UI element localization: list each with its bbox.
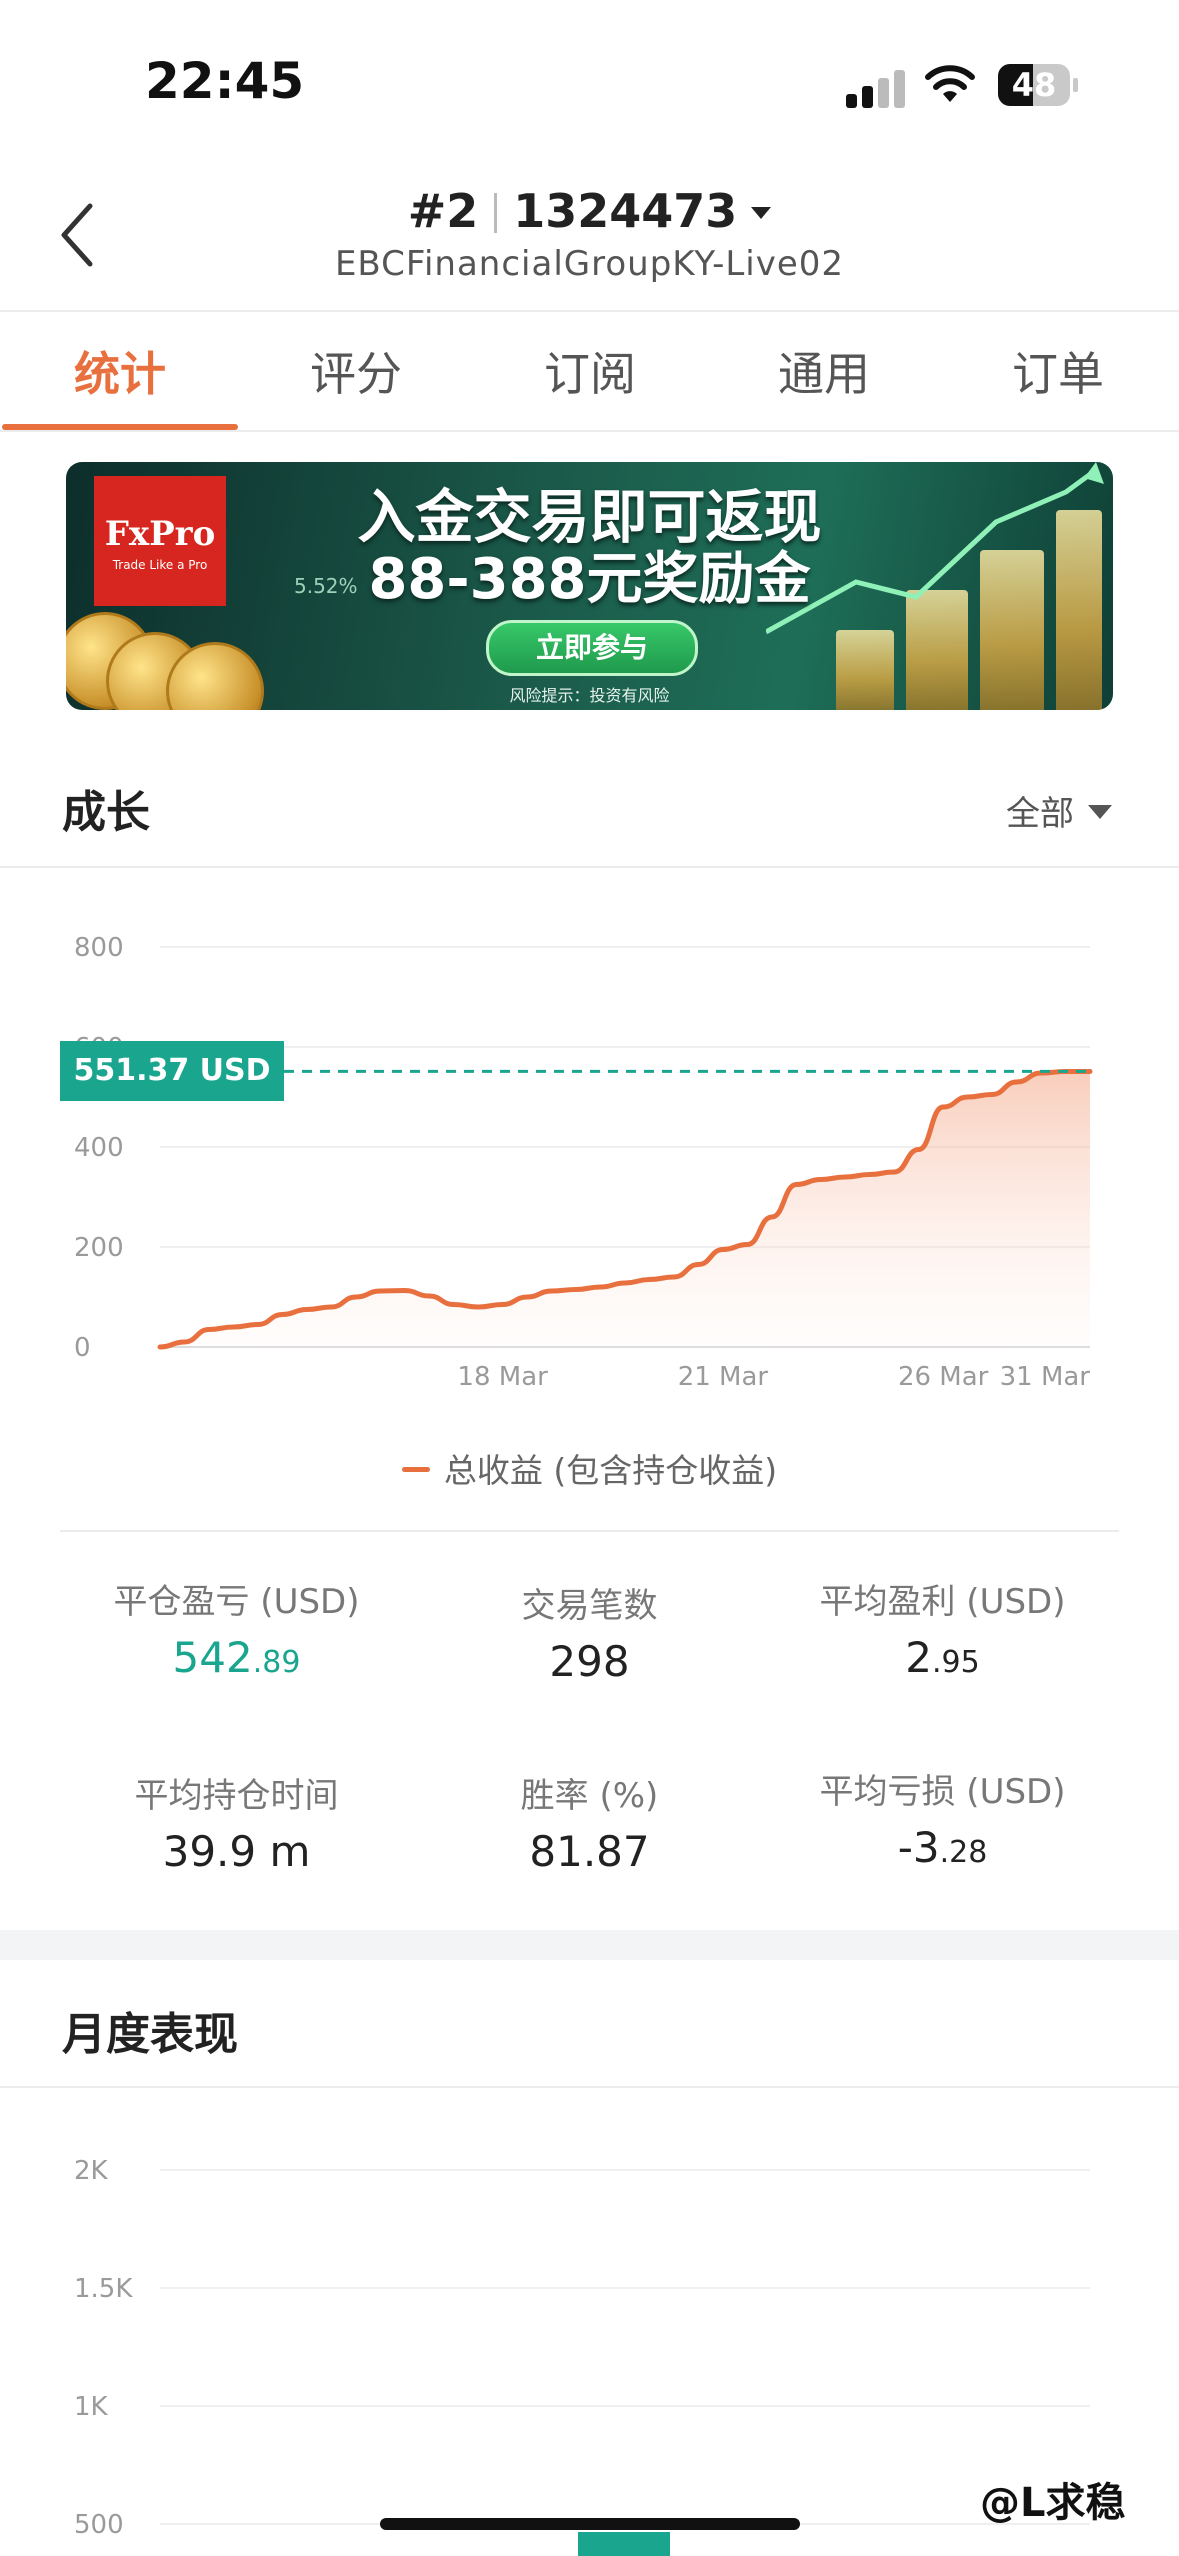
stat-value-int: 39.9 m xyxy=(162,1827,311,1876)
monthly-section-title: 月度表现 xyxy=(62,2009,238,2060)
y-tick-label: 800 xyxy=(74,933,124,963)
server-name: EBCFinancialGroupKY-Live02 xyxy=(334,244,845,284)
account-index: #2 xyxy=(407,184,479,238)
account-separator xyxy=(494,193,498,233)
stat-value: 39.9 m xyxy=(40,1827,433,1876)
header-divider xyxy=(0,310,1179,312)
status-time: 22:45 xyxy=(145,52,305,110)
y-tick-label: 400 xyxy=(74,1133,124,1163)
stat-label: 胜率 (%) xyxy=(520,1776,659,1816)
stat-value: 298 xyxy=(393,1637,786,1686)
stat-value: -3.28 xyxy=(746,1823,1139,1872)
y-tick-label: 0 xyxy=(74,1333,91,1363)
chart-legend: 总收益 (包含持仓收益) xyxy=(0,1444,1179,1492)
cellular-signal-icon xyxy=(846,64,908,108)
tabs-divider xyxy=(0,430,1179,432)
tab-statistics[interactable]: 统计 xyxy=(2,338,238,404)
stat-value-int: 2 xyxy=(905,1633,932,1682)
x-tick-label: 21 Mar xyxy=(678,1362,769,1392)
chevron-down-icon xyxy=(1088,805,1112,819)
risk-disclaimer: 风险提示：投资有风险 xyxy=(509,686,670,705)
stat-label: 交易笔数 xyxy=(521,1586,658,1626)
range-dropdown-value: 全部 xyxy=(1006,794,1074,834)
monthly-y-tick-label: 2K xyxy=(74,2156,109,2186)
y-tick-label: 200 xyxy=(74,1233,124,1263)
stat-value-int: 298 xyxy=(549,1637,630,1686)
stat-win-rate: 胜率 (%) 81.87 xyxy=(393,1768,786,1876)
range-dropdown[interactable]: 全部 xyxy=(1006,786,1112,835)
stat-closed-pnl: 平仓盈亏 (USD) 542.89 xyxy=(40,1574,433,1682)
legend-swatch xyxy=(401,1467,430,1472)
tab-rating[interactable]: 评分 xyxy=(238,338,474,404)
stat-label: 平均持仓时间 xyxy=(134,1776,339,1816)
x-tick-label: 18 Mar xyxy=(457,1362,548,1392)
stat-average-loss: 平均亏损 (USD) -3.28 xyxy=(746,1764,1139,1872)
account-number: 1324473 xyxy=(513,184,738,238)
stat-trade-count: 交易笔数 298 xyxy=(393,1578,786,1686)
stat-value-dec: .95 xyxy=(932,1645,980,1680)
current-value-flag: 551.37 USD xyxy=(60,1041,284,1101)
watermark-text: @L求稳 xyxy=(980,2480,1126,2526)
stat-value-dec: .89 xyxy=(252,1645,301,1680)
growth-area-fill xyxy=(160,1071,1090,1347)
stat-average-profit: 平均盈利 (USD) 2.95 xyxy=(746,1574,1139,1682)
battery-icon: 48 xyxy=(998,64,1078,108)
monthly-y-tick-label: 1.5K xyxy=(74,2274,133,2304)
stat-value-int: 81.87 xyxy=(529,1827,650,1876)
tab-subscribe[interactable]: 订阅 xyxy=(472,338,708,404)
tab-general[interactable]: 通用 xyxy=(706,338,942,404)
x-tick-label: 26 Mar xyxy=(898,1362,989,1392)
home-indicator xyxy=(380,2518,800,2530)
join-now-button[interactable]: 立即参与 xyxy=(486,620,698,676)
monthly-divider xyxy=(0,2086,1179,2088)
growth-chart: 8006004002000 18 Mar21 Mar26 Mar31 Mar xyxy=(74,933,1093,1392)
banner-subheadline: 88-388元奖励金 xyxy=(368,547,811,612)
x-tick-label: 31 Mar xyxy=(1000,1362,1091,1392)
monthly-bar xyxy=(578,2532,670,2556)
stat-value: 81.87 xyxy=(393,1827,786,1876)
stat-label: 平均盈利 (USD) xyxy=(819,1582,1066,1622)
account-selector[interactable]: #2 1324473 xyxy=(0,184,1179,238)
chevron-down-icon xyxy=(751,207,772,219)
stat-value-int: -3 xyxy=(897,1823,940,1872)
wifi-icon xyxy=(925,65,975,102)
growth-section-title: 成长 xyxy=(62,787,150,838)
stat-label: 平均亏损 (USD) xyxy=(819,1772,1066,1812)
stat-value: 542.89 xyxy=(40,1633,433,1682)
legend-divider xyxy=(60,1530,1119,1532)
monthly-y-tick-label: 1K xyxy=(74,2392,109,2422)
tab-orders[interactable]: 订单 xyxy=(940,338,1176,404)
monthly-y-tick-label: 500 xyxy=(74,2510,124,2540)
stat-value: 2.95 xyxy=(746,1633,1139,1682)
battery-percent: 48 xyxy=(1011,66,1057,104)
stat-label: 平仓盈亏 (USD) xyxy=(113,1582,360,1622)
legend-label: 总收益 (包含持仓收益) xyxy=(443,1451,778,1490)
stat-average-holding-time: 平均持仓时间 39.9 m xyxy=(40,1768,433,1876)
stat-value-dec: .28 xyxy=(939,1835,988,1870)
section-gap xyxy=(0,1930,1179,1960)
growth-divider xyxy=(0,866,1179,868)
stat-value-int: 542 xyxy=(172,1633,253,1682)
promo-banner[interactable]: FxPro Trade Like a Pro 5.52% 入金交易即可返现 88… xyxy=(66,462,1113,710)
